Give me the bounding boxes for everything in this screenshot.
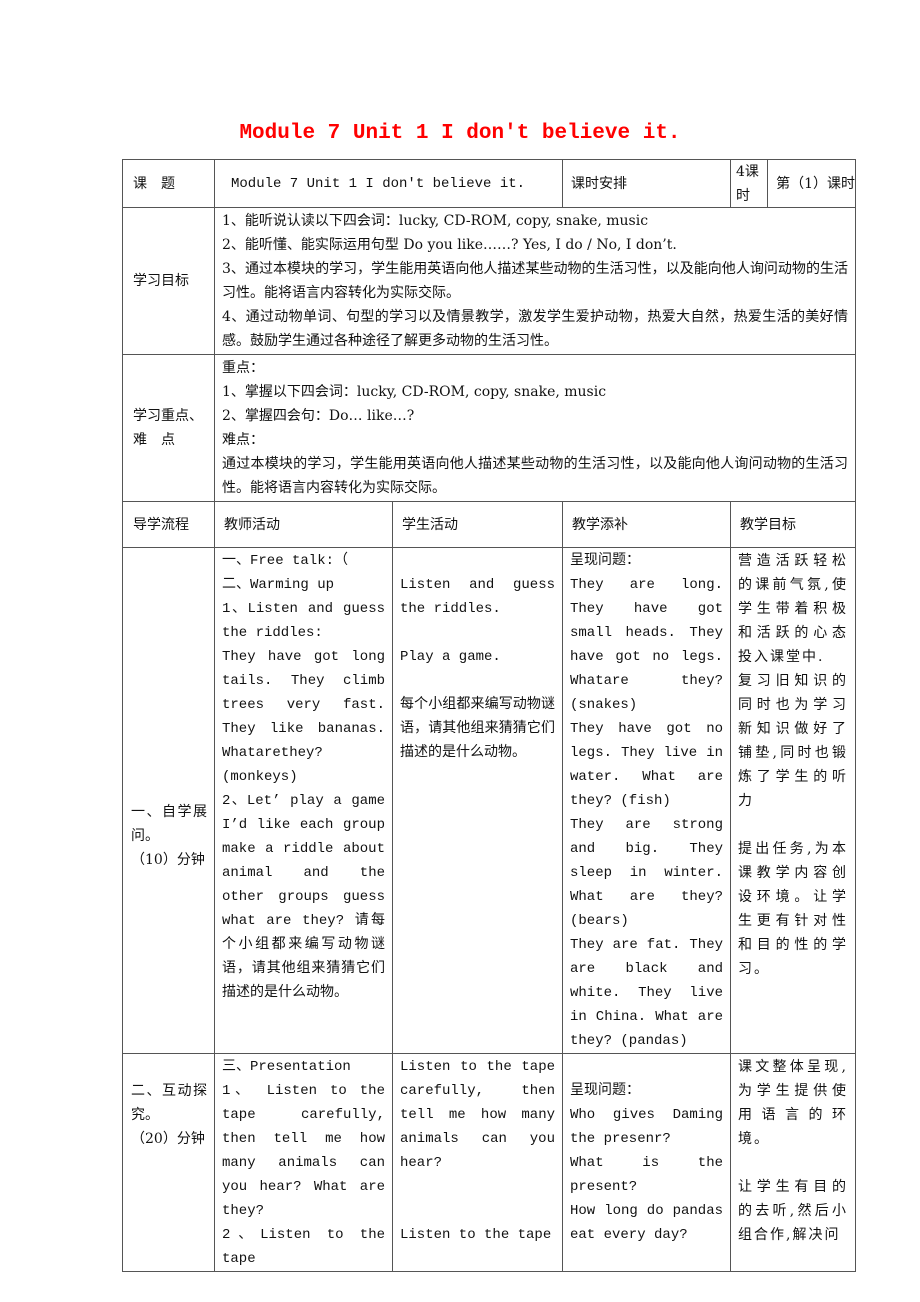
key-points-content: 重点： 1、掌握以下四会词：lucky, CD-ROM, copy, snake… (214, 354, 856, 502)
goal-line: 复习旧知识的同时也为学习新知识做好了铺垫,同时也锻炼了学生的听力 (738, 673, 848, 809)
goal-line: 提出任务,为本课教学内容创设环境。让学生更有针对性和目的性的学习。 (738, 841, 848, 977)
topic-label: 课 题 (122, 159, 215, 208)
stage-name: 一、自学展问。 (131, 803, 207, 844)
stage-duration: （20）分钟 (131, 1131, 205, 1147)
stage-row: 二、互动探究。 （20）分钟 三、Presentation 1、 Listen … (122, 1053, 856, 1272)
lesson-plan-table: 课 题 Module 7 Unit 1 I don't believe it. … (122, 159, 856, 1272)
student-line: 每个小组都来编写动物谜语，请其他组来猜猜它们描述的是什么动物。 (400, 697, 555, 761)
current-period: 第（1）课时 (776, 175, 855, 192)
stage-label: 二、互动探究。 （20）分钟 (122, 1053, 215, 1272)
student-activity: Listen to the tape carefully, then tell … (392, 1053, 563, 1272)
goal-line: 让学生有目的的去听,然后小组合作,解决问 (738, 1179, 848, 1243)
objective-item: 3、通过本模块的学习，学生能用英语向他人描述某些动物的生活习性，以及能向他人询问… (222, 261, 848, 301)
student-line: Play a game. (400, 649, 501, 665)
goal-line: 课文整体呈现,为学生提供使用语言的环境。 (738, 1059, 848, 1147)
header-supplement: 教学添补 (562, 501, 731, 548)
student-line: Listen to the tape carefully, then tell … (400, 1059, 555, 1171)
supplement-line: 呈现问题： (570, 553, 640, 569)
stage-name: 二、互动探究。 (131, 1083, 207, 1123)
periods-cells: 4课时 第（1）课时 (730, 159, 856, 208)
goal-line: 营造活跃轻松的课前气氛,使学生带着积极和活跃的心态投入课堂中. (738, 553, 848, 665)
teacher-activity: 三、Presentation 1、 Listen to the tape car… (214, 1053, 393, 1272)
schedule-label-text: 课时安排 (571, 175, 627, 192)
header-process: 导学流程 (122, 501, 215, 548)
student-activity: Listen and guess the riddles. Play a gam… (392, 547, 563, 1054)
teacher-line: 二、Warming up (222, 577, 335, 593)
supplement-line: Who gives Daming the presenr? (570, 1107, 723, 1147)
key-points-row: 学习重点、难 点 重点： 1、掌握以下四会词：lucky, CD-ROM, co… (122, 354, 856, 502)
process-header-row: 导学流程 教师活动 学生活动 教学添补 教学目标 (122, 501, 856, 548)
supplement-line: How long do pandas eat every day? (570, 1203, 723, 1243)
header-goal: 教学目标 (730, 501, 856, 548)
supplement-line: They are fat. They are black and white. … (570, 937, 723, 1049)
topic-row: 课 题 Module 7 Unit 1 I don't believe it. … (122, 159, 856, 208)
objective-item: 1、能听说认读以下四会词：lucky, CD-ROM, copy, snake,… (222, 213, 649, 229)
objectives-content: 1、能听说认读以下四会词：lucky, CD-ROM, copy, snake,… (214, 207, 856, 355)
document-title: Module 7 Unit 1 I don't believe it. (239, 122, 681, 145)
schedule-label: 课时安排 (562, 159, 731, 208)
supplement-line: They have got no legs. They live in wate… (570, 721, 723, 809)
teaching-supplement: 呈现问题： They are long. They have got small… (562, 547, 731, 1054)
key-points-label: 学习重点、难 点 (122, 354, 215, 502)
teacher-line: 1、 Listen to the tape carefully, then te… (222, 1083, 385, 1219)
student-line: Listen to the tape (400, 1227, 552, 1243)
objective-item: 4、通过动物单词、句型的学习以及情景教学，激发学生爱护动物，热爱大自然，热爱生活… (222, 309, 848, 349)
topic-value: Module 7 Unit 1 I don't believe it. (214, 159, 563, 208)
objectives-label: 学习目标 (122, 207, 215, 355)
stage-row: 一、自学展问。 （10）分钟 一、Free talk:（ 二、Warming u… (122, 547, 856, 1054)
teacher-activity: 一、Free talk:（ 二、Warming up 1、Listen and … (214, 547, 393, 1054)
stage-duration: （10）分钟 (131, 851, 205, 868)
teacher-line: 1、Listen and guess the riddles: (222, 601, 385, 641)
header-teacher: 教师活动 (214, 501, 393, 548)
teacher-line: 三、Presentation (222, 1059, 351, 1075)
objectives-row: 学习目标 1、能听说认读以下四会词：lucky, CD-ROM, copy, s… (122, 207, 856, 355)
periods-count: 4课时 (732, 160, 769, 207)
teacher-line: 2、Let’ play a game I’d like each group m… (222, 793, 385, 1001)
teacher-line: They have got long tails. They climb tre… (222, 649, 385, 785)
teaching-supplement: 呈现问题： Who gives Daming the presenr? What… (562, 1053, 731, 1272)
focus-heading: 重点： (222, 360, 264, 376)
supplement-line: 呈现问题： (570, 1083, 640, 1099)
student-line: Listen and guess the riddles. (400, 577, 555, 617)
focus-item: 2、掌握四会句：Do… like…? (222, 408, 415, 424)
difficulty-heading: 难点： (222, 432, 264, 448)
focus-item: 1、掌握以下四会词：lucky, CD-ROM, copy, snake, mu… (222, 384, 607, 400)
teacher-line: 2、Listen to the tape (222, 1227, 385, 1267)
objective-item: 2、能听懂、能实际运用句型 Do you like……? Yes, I do /… (222, 237, 677, 253)
teaching-goal: 营造活跃轻松的课前气氛,使学生带着积极和活跃的心态投入课堂中. 复习旧知识的同时… (730, 547, 856, 1054)
difficulty-text: 通过本模块的学习，学生能用英语向他人描述某些动物的生活习性，以及能向他人询问动物… (222, 456, 848, 496)
supplement-line: What is the present? (570, 1155, 723, 1195)
stage-label: 一、自学展问。 （10）分钟 (122, 547, 215, 1054)
supplement-line: They are strong and big. They sleep in w… (570, 817, 723, 929)
teacher-line: 一、Free talk:（ (222, 553, 349, 569)
supplement-line: They are long. They have got small heads… (570, 577, 723, 713)
teaching-goal: 课文整体呈现,为学生提供使用语言的环境。 让学生有目的的去听,然后小组合作,解决… (730, 1053, 856, 1272)
header-student: 学生活动 (392, 501, 563, 548)
